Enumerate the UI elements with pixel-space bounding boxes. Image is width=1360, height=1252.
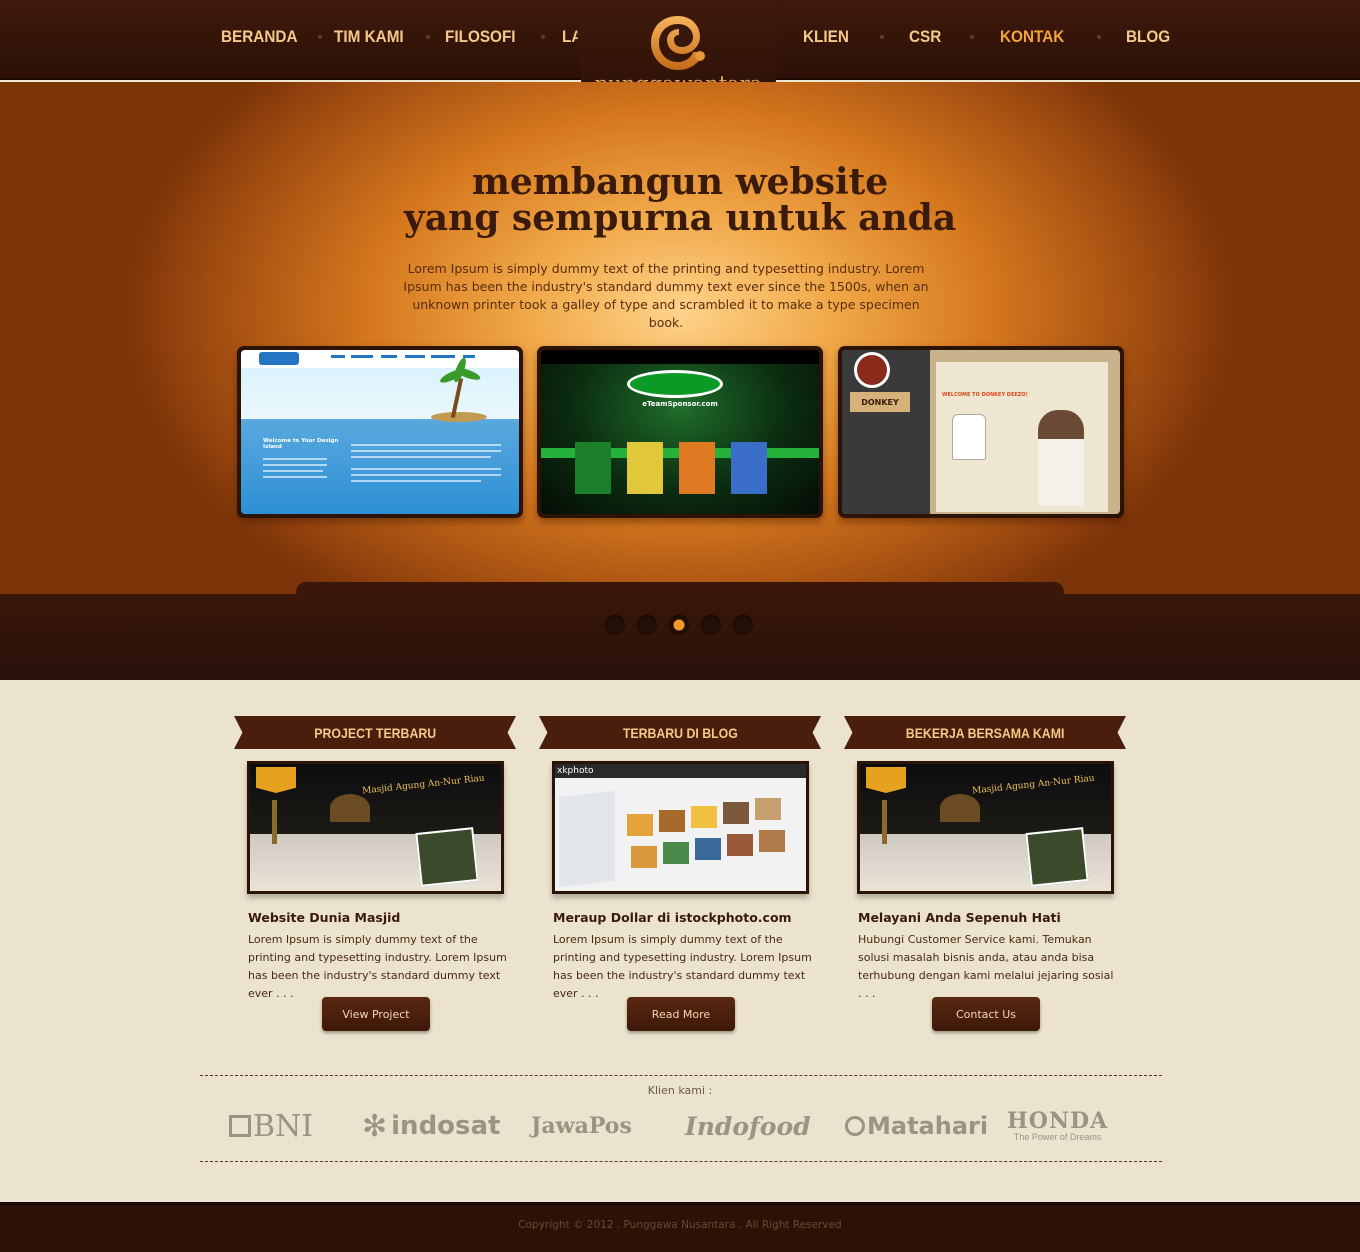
slide-screenshot: eTeamSponsor.com — [541, 350, 819, 514]
matahari-sun-icon — [845, 1116, 865, 1136]
athlete-photo — [679, 442, 715, 494]
read-more-button[interactable]: Read More — [627, 997, 735, 1031]
client-logo-bni[interactable]: BNI — [229, 1108, 313, 1144]
athlete-photo — [627, 442, 663, 494]
slider-dot-5[interactable] — [733, 615, 753, 635]
mosque-dome-icon — [330, 794, 370, 822]
athlete-photo — [575, 442, 611, 494]
client-logo-indosat[interactable]: ✻ indosat — [362, 1108, 501, 1144]
project-thumbnail[interactable]: Masjid Agung An-Nur Riau — [247, 761, 504, 894]
slider-dot-2[interactable] — [637, 615, 657, 635]
client-logo-jawapos[interactable]: JawaPos — [531, 1108, 632, 1144]
nav-klien[interactable]: KLIEN — [803, 27, 849, 47]
nav-separator — [540, 35, 545, 39]
hero-title: membangun website yang sempurna untuk an… — [330, 164, 1030, 236]
portfolio-slide-donkey-deezo[interactable]: DONKEY WELCOME TO DONKEY DEEZO! — [838, 346, 1124, 518]
client-logo-honda[interactable]: HONDA The Power of Dreams — [1007, 1108, 1108, 1144]
nav-separator — [1096, 35, 1101, 39]
column-text: Lorem Ipsum is simply dummy text of the … — [553, 933, 812, 1000]
contact-us-button[interactable]: Contact Us — [932, 997, 1040, 1031]
divider — [200, 1161, 1162, 1162]
section-ribbon: PROJECT TERBARU — [234, 716, 516, 749]
slider-pagination — [605, 615, 753, 635]
slide-heading: eTeamSponsor.com — [642, 400, 718, 408]
portfolio-slide-design-island[interactable]: Welcome to Your Design Island — [237, 346, 523, 518]
client-logo-matahari[interactable]: Matahari — [845, 1108, 988, 1144]
copyright-text: Copyright © 2012 . Punggawa Nusantara . … — [518, 1219, 842, 1231]
clients-label: Klien kami : — [647, 1084, 713, 1097]
slide-heading: Welcome to Your Design Island — [263, 438, 339, 450]
blog-thumbnail[interactable]: xkphoto — [552, 761, 809, 894]
nav-filosofi[interactable]: FILOSOFI — [445, 27, 516, 47]
nav-beranda[interactable]: BERANDA — [221, 27, 298, 47]
nav-separator — [970, 35, 975, 39]
hero-description: Lorem Ipsum is simply dummy text of the … — [403, 261, 929, 330]
athlete-photo — [731, 442, 767, 494]
contact-thumbnail[interactable]: Masjid Agung An-Nur Riau — [857, 761, 1114, 894]
column-title[interactable]: Website Dunia Masjid — [248, 910, 400, 925]
main-nav-right: KLIEN CSR KONTAK BLOG — [803, 27, 1175, 47]
column-title[interactable]: Melayani Anda Sepenuh Hati — [858, 910, 1061, 925]
nav-blog[interactable]: BLOG — [1126, 27, 1170, 47]
column-project: PROJECT TERBARU Masjid Agung An-Nur Riau… — [234, 716, 516, 1031]
hero-title-line-2: yang sempurna untuk anda — [403, 197, 957, 239]
slide-screenshot: Welcome to Your Design Island — [241, 350, 519, 514]
bni-mark-icon — [229, 1115, 251, 1137]
slide-heading: DONKEY — [850, 392, 910, 412]
column-contact: BEKERJA BERSAMA KAMI Masjid Agung An-Nur… — [844, 716, 1126, 1031]
nav-separator — [426, 35, 431, 39]
client-logo-indofood[interactable]: Indofood — [685, 1108, 811, 1144]
slide-welcome-text: WELCOME TO DONKEY DEEZO! — [942, 392, 1028, 398]
mosque-dome-icon — [940, 794, 980, 822]
slider-dot-3[interactable] — [669, 615, 689, 635]
slider-dot-4[interactable] — [701, 615, 721, 635]
divider — [200, 1075, 1162, 1076]
model-photo — [1038, 410, 1084, 506]
nav-separator — [879, 35, 884, 39]
column-text: Lorem Ipsum is simply dummy text of the … — [248, 933, 507, 1000]
nav-csr[interactable]: CSR — [909, 27, 941, 47]
swirl-logo-icon[interactable] — [647, 12, 709, 74]
slide-screenshot: DONKEY WELCOME TO DONKEY DEEZO! — [842, 350, 1120, 514]
column-title[interactable]: Meraup Dollar di istockphoto.com — [553, 910, 792, 925]
section-ribbon: BEKERJA BERSAMA KAMI — [844, 716, 1126, 749]
ribbon-tag-icon — [866, 767, 906, 793]
view-project-button[interactable]: View Project — [322, 997, 430, 1031]
nav-kontak[interactable]: KONTAK — [1000, 27, 1064, 47]
ribbon-tag-icon — [256, 767, 296, 793]
column-blog: TERBARU DI BLOG xkphoto Meraup Dollar di… — [539, 716, 821, 1031]
slider-control-band — [0, 594, 1360, 680]
donkey-badge-icon — [854, 352, 890, 388]
portfolio-slide-eteamsponsor[interactable]: eTeamSponsor.com — [537, 346, 823, 518]
indosat-star-icon: ✻ — [362, 1108, 388, 1144]
column-text: Hubungi Customer Service kami. Temukan s… — [858, 933, 1114, 1000]
nav-tim-kami[interactable]: TIM KAMI — [334, 27, 404, 47]
section-ribbon: TERBARU DI BLOG — [539, 716, 821, 749]
site-logo-icon — [259, 352, 299, 365]
t-shirt-icon — [952, 414, 986, 460]
slider-dot-1[interactable] — [605, 615, 625, 635]
eteam-logo-icon — [627, 370, 723, 398]
nav-separator — [318, 35, 322, 39]
island-icon — [431, 412, 487, 422]
